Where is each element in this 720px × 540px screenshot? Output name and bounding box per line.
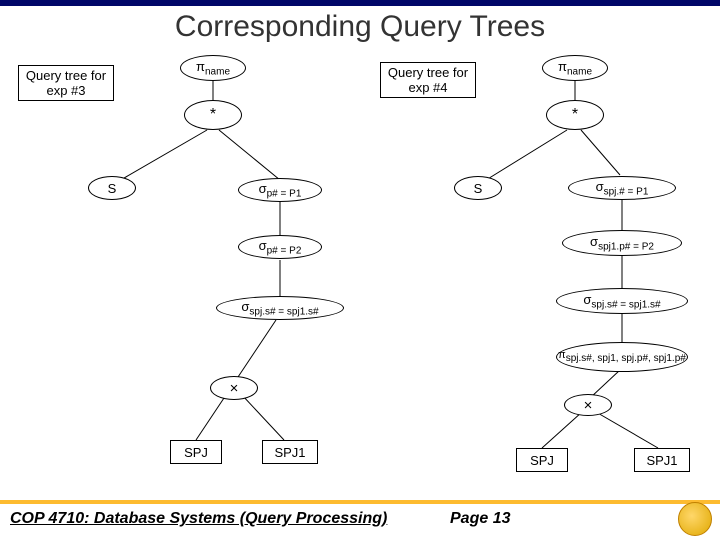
left-cartesian-product: × [210, 376, 258, 400]
right-cartesian-product: × [564, 394, 612, 416]
left-S: S [88, 176, 136, 200]
footer-page: Page 13 [450, 510, 510, 528]
right-projection: πspj.s#, spj1, spj.p#, spj1.p# [556, 342, 688, 372]
footer-course: COP 4710: Database Systems (Query Proces… [10, 510, 387, 528]
right-natural-join: * [546, 100, 604, 130]
right-caption-line1: Query tree for [388, 65, 468, 80]
right-pi-name: πname [542, 55, 608, 81]
top-stripe [0, 0, 720, 6]
right-sigma-join: σspj.s# = spj1.s# [556, 288, 688, 314]
left-caption-line2: exp #3 [26, 83, 106, 98]
right-sigma-p2: σspj1.p# = P2 [562, 230, 682, 256]
ucf-logo-icon [678, 502, 712, 536]
right-SPJ1: SPJ1 [634, 448, 690, 472]
right-tree-caption: Query tree for exp #4 [380, 62, 476, 98]
left-tree-caption: Query tree for exp #3 [18, 65, 114, 101]
right-SPJ: SPJ [516, 448, 568, 472]
right-sigma-p1: σspj.# = P1 [568, 176, 676, 200]
left-caption-line1: Query tree for [26, 68, 106, 83]
right-S: S [454, 176, 502, 200]
left-pi-name: πname [180, 55, 246, 81]
right-caption-line2: exp #4 [388, 80, 468, 95]
slide-title: Corresponding Query Trees [0, 10, 720, 44]
left-SPJ1: SPJ1 [262, 440, 318, 464]
left-sigma-join: σspj.s# = spj1.s# [216, 296, 344, 320]
left-sigma-p1: σp# = P1 [238, 178, 322, 202]
left-natural-join: * [184, 100, 242, 130]
footer-bar: COP 4710: Database Systems (Query Proces… [0, 500, 720, 540]
left-sigma-p2: σp# = P2 [238, 235, 322, 259]
left-SPJ: SPJ [170, 440, 222, 464]
